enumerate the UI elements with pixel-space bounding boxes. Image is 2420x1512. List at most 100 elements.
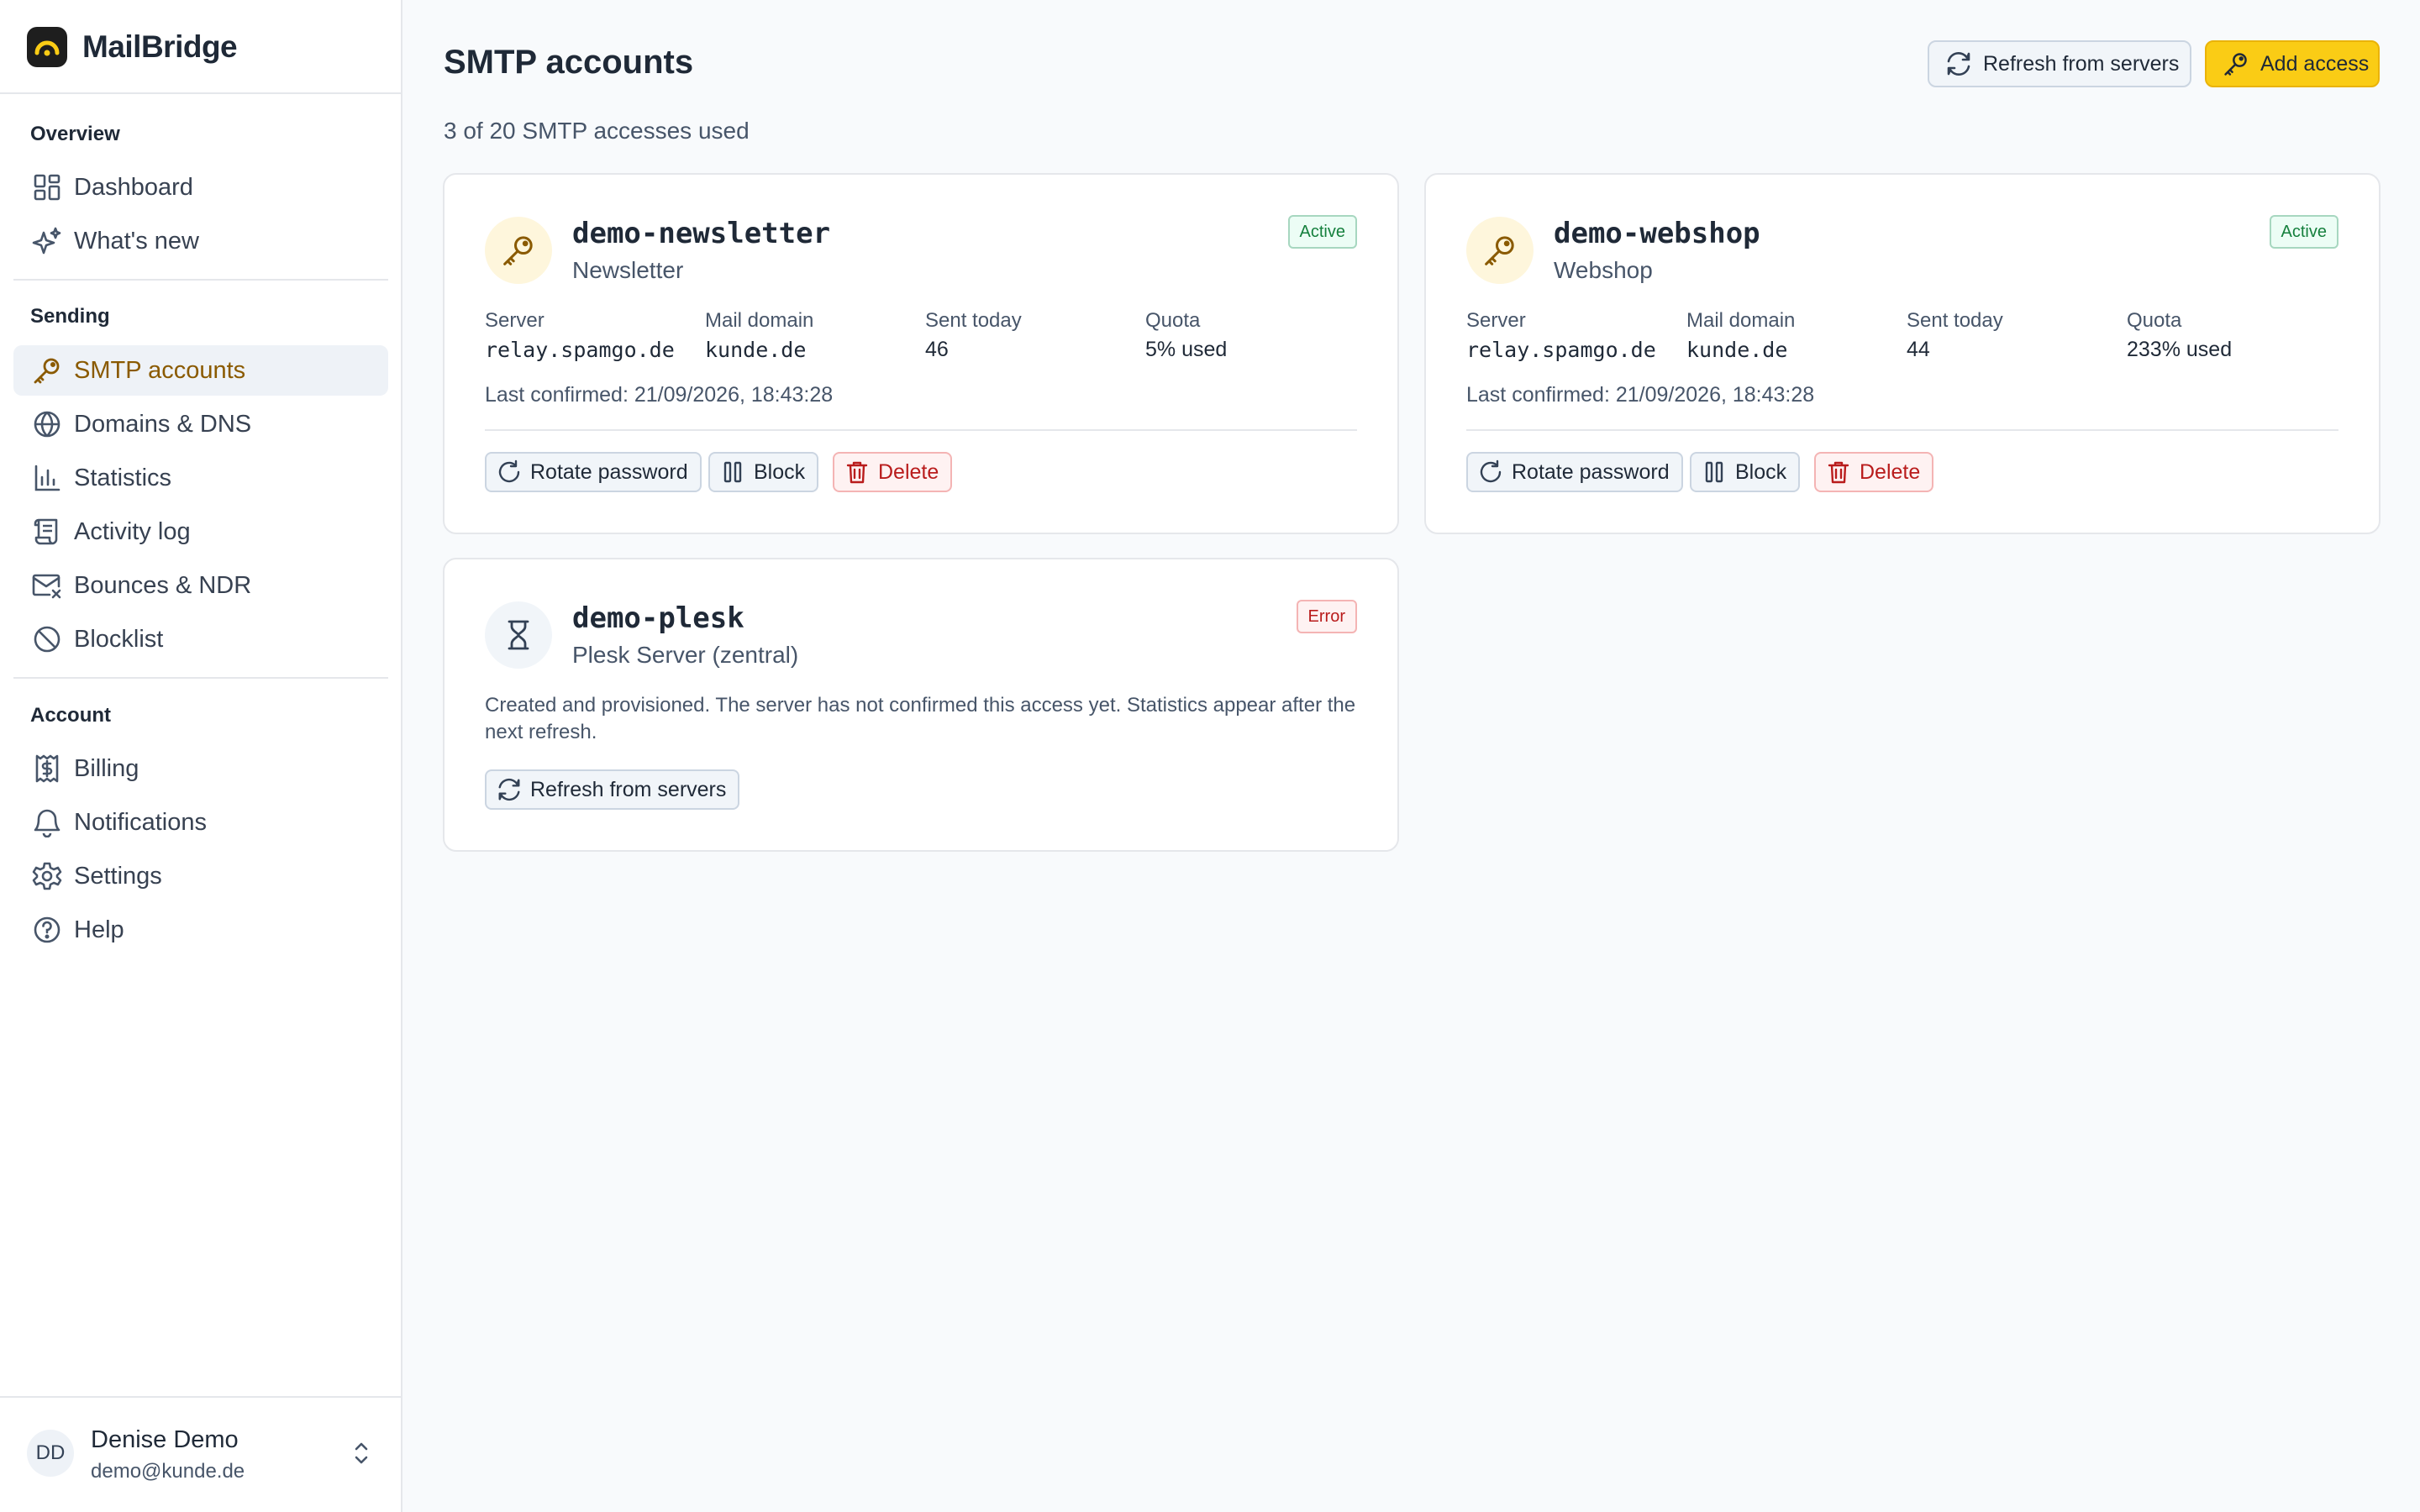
sidebar-item-label: Activity log — [74, 517, 191, 545]
key-icon — [1466, 217, 1534, 284]
button-label: Refresh from servers — [530, 777, 727, 801]
status-badge: Active — [1287, 215, 1357, 249]
stat-label: Sent today — [925, 309, 1022, 332]
sidebar-item-notifications[interactable]: Notifications — [13, 797, 388, 848]
gear-icon — [30, 859, 64, 893]
dashboard-icon — [30, 171, 64, 204]
sidebar-item-label: Dashboard — [74, 173, 193, 201]
receipt-icon — [30, 752, 64, 785]
pause-icon — [720, 459, 745, 485]
stat-value: 44 — [1907, 338, 1930, 361]
pause-icon — [1702, 459, 1727, 485]
sidebar-item-settings[interactable]: Settings — [13, 851, 388, 901]
trash-icon — [844, 459, 870, 485]
button-label: Rotate password — [1512, 459, 1670, 484]
chevrons-up-down-icon[interactable] — [350, 1440, 373, 1467]
mail-x-icon — [30, 569, 64, 602]
nav-heading-sending: Sending — [30, 305, 110, 328]
rotate-password-button[interactable]: Rotate password — [485, 452, 702, 492]
nav-divider — [13, 279, 388, 281]
stat-label: Mail domain — [1686, 309, 1796, 332]
stat-value: 233% used — [2127, 338, 2233, 361]
refresh-servers-button[interactable]: Refresh from servers — [1928, 40, 2191, 87]
button-label: Add access — [2260, 51, 2370, 76]
block-button[interactable]: Block — [708, 452, 819, 492]
button-label: Delete — [1860, 459, 1921, 484]
stat-sent-today: Sent today 46 — [925, 309, 1022, 362]
sidebar-item-blocklist[interactable]: Blocklist — [13, 614, 388, 664]
scroll-icon — [30, 515, 64, 549]
brand-divider — [0, 92, 401, 94]
sidebar-item-activity-log[interactable]: Activity log — [13, 507, 388, 557]
sidebar: MailBridge Overview Dashboard What's new… — [0, 0, 402, 1512]
account-description: Webshop — [1554, 257, 1653, 283]
sidebar-item-smtp-accounts[interactable]: SMTP accounts — [13, 345, 388, 396]
usage-summary: 3 of 20 SMTP accesses used — [444, 118, 750, 144]
smtp-account-card: demo-newsletter Newsletter Active Server… — [443, 173, 1399, 534]
sidebar-item-label: Bounces & NDR — [74, 571, 252, 599]
sidebar-item-statistics[interactable]: Statistics — [13, 453, 388, 503]
stat-value: relay.spamgo.de — [485, 338, 675, 362]
stat-quota: Quota 5% used — [1145, 309, 1227, 362]
button-label: Rotate password — [530, 459, 688, 484]
refresh-icon — [497, 777, 522, 802]
stat-value: 5% used — [1145, 338, 1228, 361]
sidebar-item-label: Help — [74, 916, 124, 943]
sidebar-item-label: What's new — [74, 227, 199, 255]
trash-icon — [1826, 459, 1851, 485]
sidebar-item-label: Blocklist — [74, 625, 164, 653]
stat-server: Server relay.spamgo.de — [485, 309, 675, 362]
last-confirmed: Last confirmed: 21/09/2026, 18:43:28 — [485, 383, 834, 407]
user-email: demo@kunde.de — [91, 1460, 245, 1483]
stat-server: Server relay.spamgo.de — [1466, 309, 1656, 362]
sidebar-item-help[interactable]: Help — [13, 905, 388, 955]
button-label: Block — [754, 459, 806, 484]
user-menu[interactable]: DD Denise Demo demo@kunde.de — [0, 1396, 401, 1512]
sidebar-item-dashboard[interactable]: Dashboard — [13, 162, 388, 213]
stat-label: Mail domain — [705, 309, 814, 332]
user-name: Denise Demo — [91, 1426, 239, 1453]
help-circle-icon — [30, 913, 64, 947]
smtp-account-card: demo-webshop Webshop Active Server relay… — [1424, 173, 2381, 534]
refresh-icon — [1944, 50, 1973, 78]
sidebar-item-whats-new[interactable]: What's new — [13, 216, 388, 266]
sidebar-item-bounces-ndr[interactable]: Bounces & NDR — [13, 560, 388, 611]
sidebar-item-domains-dns[interactable]: Domains & DNS — [13, 399, 388, 449]
delete-button[interactable]: Delete — [833, 452, 953, 492]
status-badge: Error — [1296, 600, 1357, 633]
stat-mail-domain: Mail domain kunde.de — [1686, 309, 1795, 362]
card-divider — [1466, 429, 2338, 431]
sidebar-item-label: SMTP accounts — [74, 356, 246, 384]
stat-mail-domain: Mail domain kunde.de — [705, 309, 813, 362]
brand-logo-icon — [27, 27, 67, 67]
sidebar-item-label: Domains & DNS — [74, 410, 252, 438]
avatar: DD — [27, 1430, 74, 1477]
hourglass-icon — [485, 601, 552, 669]
brand[interactable]: MailBridge — [27, 27, 238, 67]
sidebar-item-label: Billing — [74, 754, 139, 782]
stat-label: Quota — [2127, 309, 2182, 332]
button-label: Refresh from servers — [1983, 51, 2180, 76]
rotate-icon — [1478, 459, 1503, 485]
account-description: Newsletter — [572, 257, 684, 283]
block-button[interactable]: Block — [1690, 452, 1801, 492]
stat-value: 46 — [925, 338, 949, 361]
rotate-password-button[interactable]: Rotate password — [1466, 452, 1683, 492]
stat-quota: Quota 233% used — [2127, 309, 2232, 362]
sidebar-item-label: Statistics — [74, 464, 172, 491]
refresh-servers-button[interactable]: Refresh from servers — [485, 769, 740, 810]
pending-message: Created and provisioned. The server has … — [485, 694, 1356, 743]
bar-chart-icon — [30, 461, 64, 495]
page-title: SMTP accounts — [444, 44, 694, 81]
sidebar-item-billing[interactable]: Billing — [13, 743, 388, 794]
rotate-icon — [497, 459, 522, 485]
stat-value: kunde.de — [1686, 338, 1788, 362]
delete-button[interactable]: Delete — [1814, 452, 1934, 492]
add-access-button[interactable]: Add access — [2205, 40, 2380, 87]
bell-icon — [30, 806, 64, 839]
account-name: demo-plesk — [572, 601, 744, 635]
button-label: Delete — [878, 459, 939, 484]
key-icon — [2222, 50, 2250, 78]
last-confirmed: Last confirmed: 21/09/2026, 18:43:28 — [1466, 383, 1815, 407]
stat-label: Server — [485, 309, 544, 332]
